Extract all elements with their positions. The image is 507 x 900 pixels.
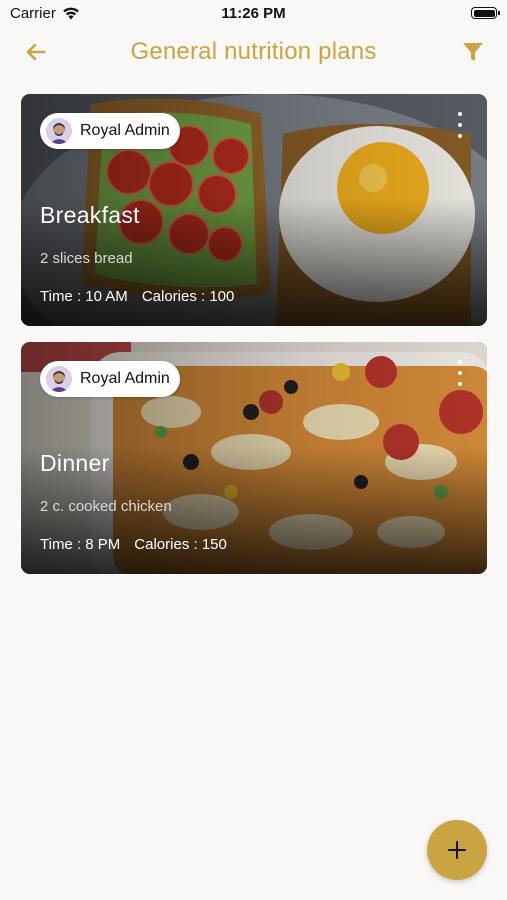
avatar-icon bbox=[46, 118, 72, 144]
plan-card-breakfast[interactable]: Royal Admin Breakfast 2 slices bread Tim… bbox=[21, 94, 487, 326]
avatar bbox=[46, 118, 72, 144]
app-header: General nutrition plans bbox=[0, 30, 507, 76]
status-bar: Carrier 11:26 PM bbox=[0, 0, 507, 30]
add-plan-button[interactable] bbox=[427, 820, 487, 880]
more-vertical-icon bbox=[458, 360, 462, 364]
funnel-icon bbox=[463, 43, 483, 61]
meal-calories: Calories : 150 bbox=[134, 536, 227, 553]
meal-description: 2 slices bread bbox=[40, 250, 133, 267]
meal-meta: Time : 10 AM Calories : 100 bbox=[40, 288, 234, 305]
meal-title: Dinner bbox=[40, 450, 110, 476]
author-name: Royal Admin bbox=[80, 370, 170, 387]
author-name: Royal Admin bbox=[80, 122, 170, 139]
meal-time: Time : 8 PM bbox=[40, 536, 121, 553]
more-vertical-icon bbox=[458, 112, 462, 116]
status-time: 11:26 PM bbox=[221, 5, 286, 22]
meal-time: Time : 10 AM bbox=[40, 288, 128, 305]
plus-icon bbox=[448, 841, 466, 859]
meal-description: 2 c. cooked chicken bbox=[40, 498, 172, 515]
more-options-button[interactable] bbox=[455, 112, 465, 138]
avatar-icon bbox=[46, 366, 72, 392]
author-chip[interactable]: Royal Admin bbox=[40, 113, 180, 149]
more-options-button[interactable] bbox=[455, 360, 465, 386]
page-title: General nutrition plans bbox=[130, 38, 377, 65]
battery-icon bbox=[471, 7, 500, 19]
meal-calories: Calories : 100 bbox=[141, 288, 235, 305]
plan-card-dinner[interactable]: Royal Admin Dinner 2 c. cooked chicken T… bbox=[21, 342, 487, 574]
meal-meta: Time : 8 PM Calories : 150 bbox=[40, 536, 227, 553]
avatar bbox=[46, 366, 72, 392]
author-chip[interactable]: Royal Admin bbox=[40, 361, 180, 397]
meal-title: Breakfast bbox=[40, 202, 140, 228]
filter-button[interactable] bbox=[461, 40, 485, 64]
